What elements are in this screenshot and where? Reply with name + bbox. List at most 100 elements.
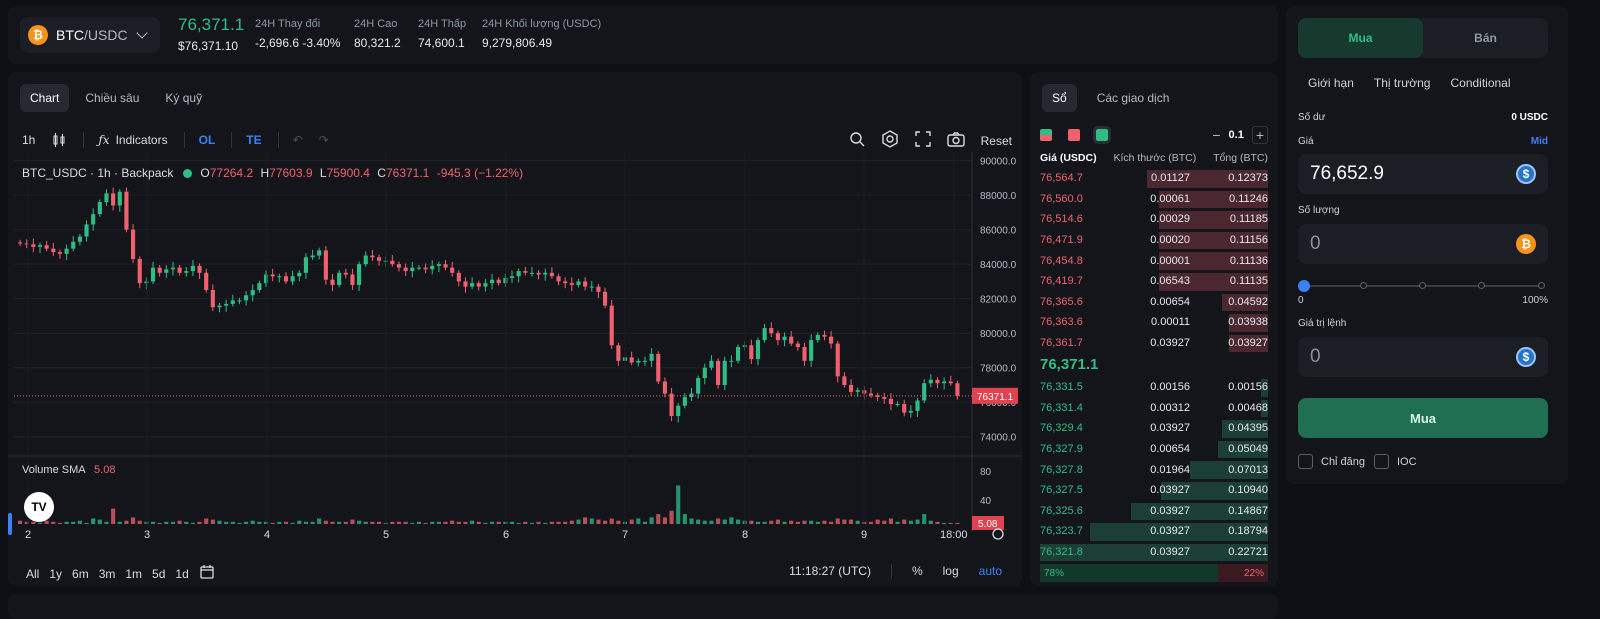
range-1d[interactable]: 1d: [175, 567, 188, 581]
ask-row[interactable]: 76,514.6 0.00029 0.11185: [1040, 209, 1268, 230]
legend-low: 75900.4: [326, 166, 370, 180]
reset-button[interactable]: Reset: [981, 134, 1012, 148]
fullscreen-icon[interactable]: [914, 131, 931, 150]
bid-row[interactable]: 76,321.8 0.03927 0.22721: [1040, 542, 1268, 563]
tab-market[interactable]: Thị trường: [1374, 76, 1431, 90]
settings-icon[interactable]: [881, 130, 899, 151]
bid-row[interactable]: 76,327.5 0.03927 0.10940: [1040, 480, 1268, 501]
camera-icon[interactable]: [946, 131, 965, 150]
volume-bar: [157, 522, 162, 524]
candle-body: [111, 193, 116, 206]
order-value-input[interactable]: 0 $: [1298, 337, 1548, 377]
volume-bar: [549, 521, 554, 524]
slider-tick[interactable]: [1538, 282, 1545, 289]
book-size: 0.00654: [1150, 295, 1190, 308]
ask-row[interactable]: 76,560.0 0.00061 0.11246: [1040, 189, 1268, 210]
bid-row[interactable]: 76,323.7 0.03927 0.18794: [1040, 521, 1268, 542]
quantity-input[interactable]: 0 ₿: [1298, 224, 1548, 264]
auto-toggle[interactable]: auto: [979, 564, 1002, 578]
percent-toggle[interactable]: %: [912, 564, 923, 578]
ask-row[interactable]: 76,365.6 0.00654 0.04592: [1040, 292, 1268, 313]
slider-knob[interactable]: [1298, 280, 1310, 292]
buy-tab[interactable]: Mua: [1298, 18, 1423, 58]
volume-legend: Volume SMA 5.08: [22, 464, 115, 476]
ask-row[interactable]: 76,363.6 0.00011 0.03938: [1040, 312, 1268, 333]
volume-bar: [749, 520, 754, 524]
ask-row[interactable]: 76,454.8 0.00001 0.11136: [1040, 250, 1268, 271]
volume-bar: [483, 522, 488, 524]
view-asks-icon[interactable]: [1068, 129, 1080, 141]
legend-high: 77603.9: [269, 166, 313, 180]
bid-row[interactable]: 76,331.4 0.00312 0.00468: [1040, 398, 1268, 419]
quick-search-icon[interactable]: [849, 131, 865, 150]
bid-row[interactable]: 76,327.8 0.01964 0.07013: [1040, 459, 1268, 480]
redo-icon[interactable]: ↷: [319, 133, 329, 147]
range-3m[interactable]: 3m: [99, 567, 116, 581]
interval-button[interactable]: 1h: [22, 133, 35, 147]
ask-row[interactable]: 76,471.9 0.00020 0.11156: [1040, 230, 1268, 251]
post-only-checkbox[interactable]: Chỉ đăng: [1298, 454, 1365, 469]
amount-slider[interactable]: [1298, 280, 1545, 292]
price-input[interactable]: 76,652.9 $: [1298, 154, 1548, 194]
sell-tab[interactable]: Bán: [1423, 18, 1548, 58]
view-both-icon[interactable]: [1040, 129, 1052, 141]
minus-icon[interactable]: −: [1212, 127, 1220, 143]
candle-body: [164, 269, 169, 273]
undo-icon[interactable]: ↶: [293, 133, 303, 147]
indicators-button[interactable]: ƒx Indicators: [98, 133, 167, 147]
plus-icon[interactable]: +: [1251, 126, 1268, 144]
book-size: 0.03927: [1150, 422, 1190, 435]
book-size: 0.03927: [1150, 525, 1190, 538]
submit-buy-button[interactable]: Mua: [1298, 398, 1548, 438]
date-range-icon[interactable]: [199, 564, 215, 583]
range-1y[interactable]: 1y: [49, 567, 62, 581]
candle-body: [616, 345, 621, 361]
candle-body: [682, 397, 687, 406]
tab-margin[interactable]: Ký quỹ: [155, 84, 212, 112]
mid-link[interactable]: Mid: [1531, 136, 1548, 147]
volume-bar: [237, 522, 242, 524]
volume-bar: [184, 521, 189, 524]
ask-row[interactable]: 76,419.7 0.06543 0.11135: [1040, 271, 1268, 292]
view-bids-icon[interactable]: [1093, 126, 1111, 144]
ol-button[interactable]: OL: [199, 133, 216, 147]
last-price: 76,371.1: [178, 15, 245, 34]
range-6m[interactable]: 6m: [72, 567, 89, 581]
y-axis-tick-label: 86000.0: [980, 226, 1017, 237]
slider-tick[interactable]: [1419, 282, 1426, 289]
range-1m[interactable]: 1m: [125, 567, 142, 581]
tab-conditional[interactable]: Conditional: [1450, 76, 1510, 90]
tab-limit[interactable]: Giới hạn: [1308, 76, 1354, 90]
tab-depth[interactable]: Chiều sâu: [75, 84, 149, 112]
tab-chart[interactable]: Chart: [20, 84, 70, 112]
ask-row[interactable]: 76,361.7 0.03927 0.03927: [1040, 333, 1268, 354]
pair-selector[interactable]: ₿ BTC/USDC: [20, 17, 160, 53]
ask-row[interactable]: 76,564.7 0.01127 0.12373: [1040, 168, 1268, 189]
range-5d[interactable]: 5d: [152, 567, 165, 581]
bid-row[interactable]: 76,331.5 0.00156 0.00156: [1040, 377, 1268, 398]
checkbox-box[interactable]: [1374, 454, 1389, 469]
volume-bar: [430, 521, 435, 524]
log-toggle[interactable]: log: [943, 564, 959, 578]
checkbox-box[interactable]: [1298, 454, 1313, 469]
order-value-row: Giá trị lệnh: [1298, 318, 1548, 329]
tab-book[interactable]: Sổ: [1042, 84, 1077, 112]
volume-bar: [290, 522, 295, 524]
tradingview-logo[interactable]: TV: [24, 492, 54, 522]
bid-row[interactable]: 76,325.6 0.03927 0.14867: [1040, 501, 1268, 522]
candle-body: [928, 379, 933, 384]
candle-type-icon[interactable]: [51, 132, 67, 148]
range-all[interactable]: All: [26, 567, 39, 581]
btc-coin-icon: ₿: [1516, 234, 1536, 254]
volume-bar: [543, 522, 548, 524]
bid-row[interactable]: 76,329.4 0.03927 0.04395: [1040, 418, 1268, 439]
price-chart[interactable]: 90000.0 88000.0 86000.0 84000.0 82000.0 80000…: [8, 152, 1022, 542]
slider-tick[interactable]: [1360, 282, 1367, 289]
bid-row[interactable]: 76,327.9 0.00654 0.05049: [1040, 439, 1268, 460]
tab-trades[interactable]: Các giao dịch: [1087, 84, 1180, 112]
ioc-checkbox[interactable]: IOC: [1374, 454, 1417, 469]
book-total: 0.00156: [1228, 381, 1268, 394]
te-button[interactable]: TE: [246, 133, 261, 147]
col-size: Kích thước (BTC): [1113, 152, 1197, 164]
slider-tick[interactable]: [1478, 282, 1485, 289]
